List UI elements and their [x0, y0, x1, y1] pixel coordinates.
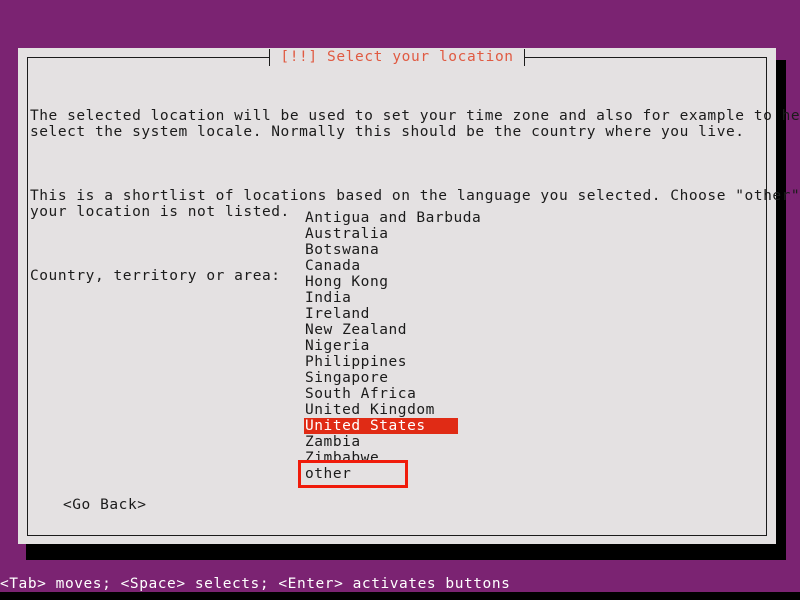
list-item[interactable]: Ireland — [304, 306, 371, 322]
list-item[interactable]: United Kingdom — [304, 402, 436, 418]
list-item-cursor-other[interactable]: other — [298, 460, 408, 488]
list-item-selected[interactable]: United States — [304, 418, 458, 434]
list-item[interactable]: Singapore — [304, 370, 390, 386]
list-item[interactable]: Nigeria — [304, 338, 371, 354]
list-item[interactable]: Botswana — [304, 242, 380, 258]
list-item[interactable]: Zambia — [304, 434, 362, 450]
bottom-black-strip — [0, 592, 800, 600]
dialog-title: [!!] Select your location — [270, 48, 524, 66]
go-back-button[interactable]: <Go Back> — [63, 497, 147, 513]
country-list[interactable]: Antigua and Barbuda Australia Botswana C… — [298, 210, 544, 488]
title-rule-left — [27, 57, 270, 58]
installer-screen: [!!] Select your location The selected l… — [0, 0, 800, 600]
dialog-titlebar: [!!] Select your location — [27, 48, 767, 66]
keyboard-help-statusbar: <Tab> moves; <Space> selects; <Enter> ac… — [0, 576, 511, 592]
list-item[interactable]: New Zealand — [304, 322, 408, 338]
list-item[interactable]: India — [304, 290, 352, 306]
list-item[interactable]: Zimbabwe — [304, 450, 380, 466]
list-item[interactable]: South Africa — [304, 386, 417, 402]
list-item[interactable]: Australia — [304, 226, 390, 242]
list-item[interactable]: Antigua and Barbuda — [304, 210, 482, 226]
description-paragraph-1: The selected location will be used to se… — [30, 108, 800, 140]
list-item[interactable]: Hong Kong — [304, 274, 390, 290]
list-item[interactable]: Philippines — [304, 354, 408, 370]
title-rule-right — [524, 57, 767, 58]
list-item[interactable]: Canada — [304, 258, 362, 274]
